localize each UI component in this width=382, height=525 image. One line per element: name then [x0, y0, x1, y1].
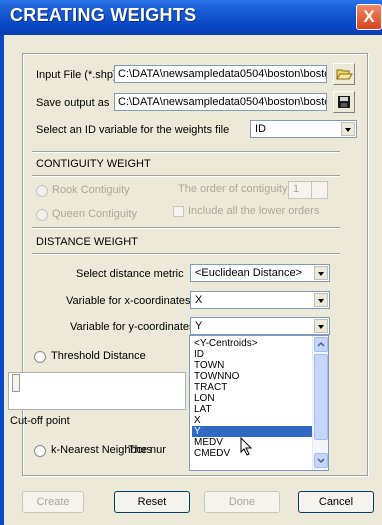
list-item[interactable]: ID: [192, 349, 312, 360]
input-file-field[interactable]: C:\DATA\newsampledata0504\boston\bosto: [114, 65, 327, 83]
scroll-down-button[interactable]: [314, 453, 328, 468]
divider: [32, 151, 340, 153]
distance-metric-label: Select distance metric: [76, 268, 184, 280]
window-title: CREATING WEIGHTS: [10, 5, 197, 25]
list-item[interactable]: TOWN: [192, 360, 312, 371]
order-value: 1: [293, 183, 300, 195]
chevron-up-icon: [317, 341, 325, 347]
x-coordinate-value: X: [195, 294, 203, 306]
cutoff-slider-thumb[interactable]: [12, 374, 20, 392]
spin-arrows-icon: [311, 182, 327, 198]
chevron-down-icon: [314, 266, 328, 280]
x-coordinate-select[interactable]: X: [190, 291, 330, 309]
divider: [32, 175, 340, 177]
distance-metric-select[interactable]: <Euclidean Distance>: [190, 264, 330, 282]
list-item[interactable]: TOWNNO: [192, 371, 312, 382]
reset-button[interactable]: Reset: [114, 491, 190, 513]
list-item-selected[interactable]: Y: [192, 426, 312, 437]
cutoff-point-label: Cut-off point: [10, 415, 70, 427]
order-spinner[interactable]: 1: [288, 181, 328, 199]
id-variable-value: ID: [255, 123, 266, 135]
close-icon: X: [363, 7, 375, 26]
knn-radio[interactable]: [34, 445, 46, 457]
list-item[interactable]: LAT: [192, 404, 312, 415]
scroll-up-button[interactable]: [314, 337, 328, 352]
divider: [32, 253, 340, 255]
chevron-down-icon: [341, 122, 355, 136]
y-coordinate-value: Y: [195, 320, 203, 332]
mouse-cursor-icon: [240, 437, 253, 456]
knn-number-label: The nur: [128, 444, 166, 456]
queen-contiguity-label: Queen Contiguity: [52, 208, 137, 220]
cutoff-slider[interactable]: [8, 372, 186, 410]
chevron-down-icon: [314, 319, 328, 333]
close-button[interactable]: X: [356, 4, 382, 30]
distance-heading: DISTANCE WEIGHT: [36, 236, 138, 248]
save-output-label: Save output as: [36, 97, 110, 109]
save-disk-icon: [338, 96, 350, 108]
id-variable-select[interactable]: ID: [250, 120, 357, 138]
scroll-thumb[interactable]: [314, 354, 328, 440]
list-item[interactable]: X: [192, 415, 312, 426]
chevron-down-icon: [314, 293, 328, 307]
save-output-field[interactable]: C:\DATA\newsampledata0504\boston\bosto: [114, 93, 327, 111]
list-item[interactable]: LON: [192, 393, 312, 404]
chevron-down-icon: [317, 458, 325, 464]
list-scrollbar[interactable]: [312, 336, 328, 470]
rook-contiguity-label: Rook Contiguity: [52, 184, 130, 196]
id-variable-label: Select an ID variable for the weights fi…: [36, 124, 230, 136]
order-label: The order of contiguity: [178, 183, 288, 195]
y-coordinate-label: Variable for y-coordinates: [70, 321, 195, 333]
save-file-button[interactable]: [333, 91, 355, 113]
x-coordinate-label: Variable for x-coordinates: [66, 295, 191, 307]
include-lower-orders-checkbox[interactable]: [173, 206, 184, 217]
y-coordinate-dropdown-list[interactable]: <Y-Centroids> ID TOWN TOWNNO TRACT LON L…: [189, 335, 329, 471]
threshold-distance-radio[interactable]: [34, 351, 46, 363]
open-file-button[interactable]: [333, 63, 355, 85]
contiguity-heading: CONTIGUITY WEIGHT: [36, 158, 151, 170]
divider: [32, 227, 340, 229]
open-folder-icon: [336, 69, 353, 80]
distance-metric-value: <Euclidean Distance>: [195, 267, 303, 279]
input-file-label: Input File (*.shp): [36, 69, 117, 81]
done-button[interactable]: Done: [204, 491, 280, 513]
list-item[interactable]: TRACT: [192, 382, 312, 393]
create-button[interactable]: Create: [22, 491, 84, 513]
window-frame: [0, 35, 4, 525]
rook-contiguity-radio[interactable]: [36, 185, 48, 197]
y-coordinate-select[interactable]: Y: [190, 317, 330, 335]
cancel-button[interactable]: Cancel: [298, 491, 374, 513]
list-item[interactable]: <Y-Centroids>: [192, 338, 312, 349]
include-lower-orders-label: Include all the lower orders: [188, 205, 320, 217]
queen-contiguity-radio[interactable]: [36, 209, 48, 221]
threshold-distance-label: Threshold Distance: [51, 350, 146, 362]
